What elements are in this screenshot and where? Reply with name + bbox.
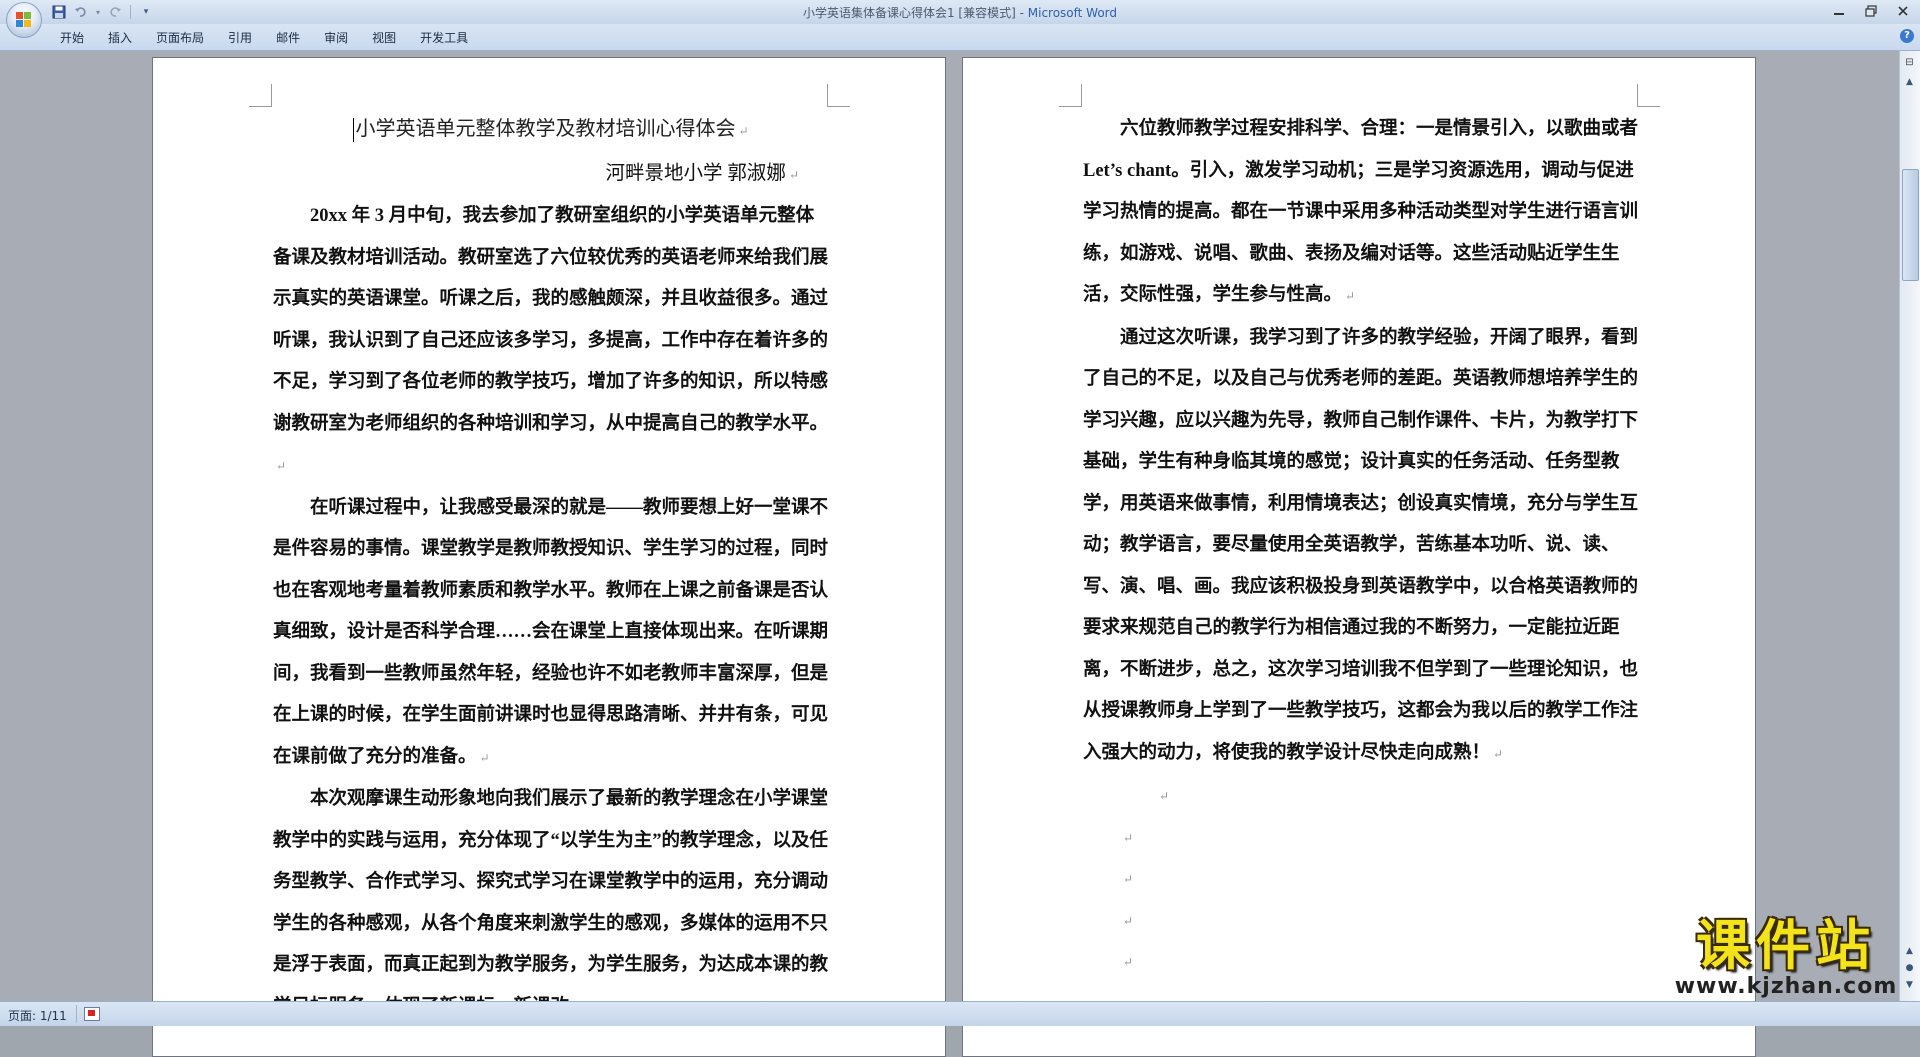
document-title-line[interactable]: 小学英语单元整体教学及教材培训心得体会 ↵ [273,109,829,153]
proofing-status-icon[interactable] [84,1007,100,1021]
page-2-body[interactable]: 六位教师教学过程安排科学、合理：一是情景引入，以歌曲或者 Let’s chant… [1083,109,1639,983]
restore-icon[interactable] [1860,2,1882,20]
ribbon-tabs: 开始 插入 页面布局 引用 邮件 审阅 视图 开发工具 [50,29,482,47]
paragraph-mark: ↵ [788,167,799,182]
page-margin-corner [1059,84,1082,107]
vertical-scrollbar[interactable]: ⊟ ▲ ▲ ● ▼ [1899,51,1920,1001]
paragraph-mark: ↵ [1123,872,1134,886]
empty-paragraph[interactable]: ↵ [1083,941,1639,983]
tab-insert[interactable]: 插入 [98,29,146,47]
page-2[interactable]: 六位教师教学过程安排科学、合理：一是情景引入，以歌曲或者 Let’s chant… [962,57,1756,1057]
scroll-thumb[interactable] [1902,169,1919,281]
window-controls [1828,2,1914,20]
view-ruler-icon[interactable]: ⊟ [1902,55,1917,70]
paragraph-mark: ↵ [738,124,749,138]
watermark: 课件站 www.kjzhan.com [1670,917,1902,1007]
paragraph-text: 在听课过程中，让我感受最深的就是——教师要想上好一堂课不是件容易的事情。课堂教学… [273,497,829,767]
paragraph-mark: ↵ [1345,289,1356,303]
tab-view[interactable]: 视图 [362,29,410,47]
paragraph-text: 本次观摩课生动形象地向我们展示了最新的教学理念在小学课堂教学中的实践与运用，充分… [273,789,829,1017]
paragraph-mark: ↵ [1123,955,1134,969]
watermark-logo: 课件站 [1696,914,1876,977]
page-count[interactable]: 页面: 1/11 [8,1007,67,1024]
paragraph-mark: ↵ [1123,830,1134,845]
tab-mailings[interactable]: 邮件 [266,29,314,47]
paragraph-mark: ↵ [1159,789,1170,803]
office-button[interactable] [6,2,42,38]
paragraph[interactable]: 本次观摩课生动形象地向我们展示了最新的教学理念在小学课堂教学中的实践与运用，充分… [273,779,829,1029]
paragraph-mark: ↵ [276,459,287,473]
author-text: 河畔景地小学 郭淑娜 [605,162,786,184]
next-page-icon[interactable]: ▼ [1902,978,1917,993]
close-icon[interactable] [1892,2,1914,20]
status-separator [76,1005,77,1023]
page-1-body[interactable]: 小学英语单元整体教学及教材培训心得体会 ↵ 河畔景地小学 郭淑娜 ↵ 20xx 年 … [273,109,829,1029]
page-margin-corner [827,84,850,107]
paragraph-mark: ↵ [479,750,490,765]
paragraph-text: 通过这次听课，我学习到了许多的教学经验，开阔了眼界，看到了自己的不足，以及自己与… [1083,327,1639,763]
paragraph[interactable]: 通过这次听课，我学习到了许多的教学经验，开阔了眼界，看到了自己的不足，以及自己与… [1083,318,1639,776]
paragraph-text: 20xx 年 3 月中旬，我去参加了教研室组织的小学英语单元整体备课及教材培训活… [273,206,829,434]
help-icon[interactable]: ? [1900,29,1914,43]
page-margin-corner [249,84,272,107]
empty-paragraph[interactable]: ↵ [1083,858,1639,900]
paragraph[interactable]: 六位教师教学过程安排科学、合理：一是情景引入，以歌曲或者 Let’s chant… [1083,109,1639,318]
tab-home[interactable]: 开始 [50,29,98,47]
browse-object-icon[interactable]: ● [1902,961,1917,976]
empty-paragraph[interactable]: ↵ [1083,817,1639,859]
previous-page-icon[interactable]: ▲ [1902,944,1917,959]
tab-developer[interactable]: 开发工具 [410,29,482,47]
paragraph-mark: ↵ [1123,913,1134,928]
title-bar: ▾ ▾ 小学英语集体备课心得体会1 [兼容模式] - Microsoft Wor… [0,0,1920,38]
document-title: 小学英语集体备课心得体会1 [兼容模式] - [802,6,1028,20]
tab-references[interactable]: 引用 [218,29,266,47]
author-line[interactable]: 河畔景地小学 郭淑娜 ↵ [273,153,829,197]
empty-paragraph[interactable]: ↵ [1083,775,1639,817]
empty-paragraph[interactable]: ↵ [1083,900,1639,942]
scroll-up-icon[interactable]: ▲ [1902,75,1917,90]
office-logo-icon [16,12,32,28]
paragraph[interactable]: 在听课过程中，让我感受最深的就是——教师要想上好一堂课不是件容易的事情。课堂教学… [273,488,829,780]
app-name: Microsoft Word [1027,6,1118,20]
ribbon-tab-bar: 开始 插入 页面布局 引用 邮件 审阅 视图 开发工具 ? [0,24,1920,51]
window-title: 小学英语集体备课心得体会1 [兼容模式] - Microsoft Word [0,4,1920,21]
document-area[interactable]: 小学英语单元整体教学及教材培训心得体会 ↵ 河畔景地小学 郭淑娜 ↵ 20xx 年 … [0,51,1900,1057]
minimize-icon[interactable] [1828,2,1850,20]
watermark-url: www.kjzhan.com [1674,974,1898,999]
page-1[interactable]: 小学英语单元整体教学及教材培训心得体会 ↵ 河畔景地小学 郭淑娜 ↵ 20xx 年 … [152,57,946,1057]
page-margin-corner [1637,84,1660,107]
paragraph[interactable]: 20xx 年 3 月中旬，我去参加了教研室组织的小学英语单元整体备课及教材培训活… [273,196,829,488]
document-heading: 小学英语单元整体教学及教材培训心得体会 [355,118,736,140]
paragraph-mark: ↵ [1493,746,1504,761]
status-bar: 页面: 1/11 [0,1001,1920,1026]
tab-review[interactable]: 审阅 [314,29,362,47]
tab-page-layout[interactable]: 页面布局 [146,29,218,47]
paragraph-text: 六位教师教学过程安排科学、合理：一是情景引入，以歌曲或者 Let’s chant… [1083,119,1639,305]
